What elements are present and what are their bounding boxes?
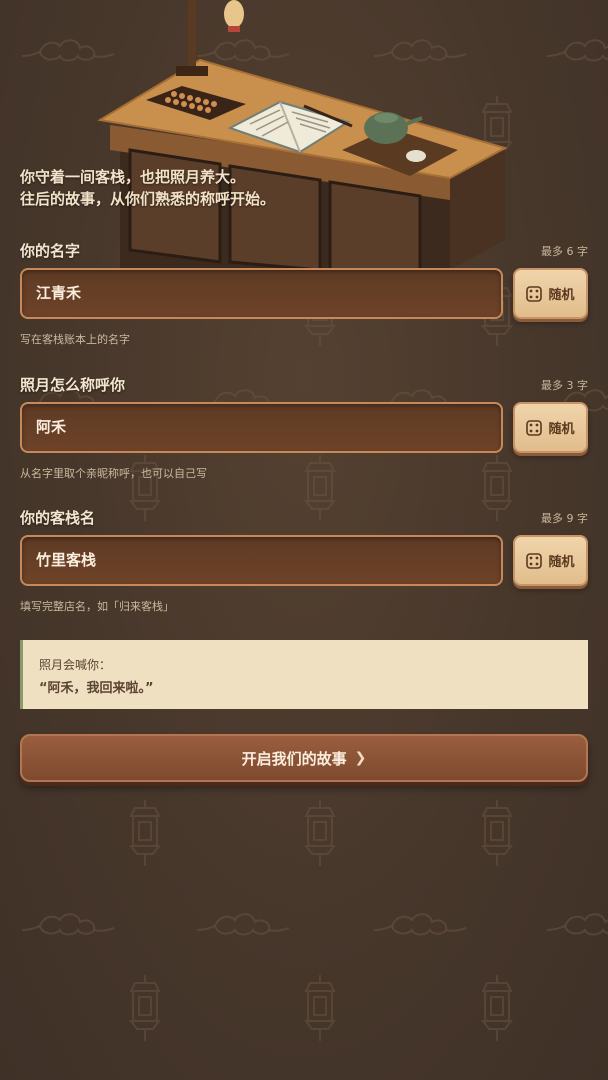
- random-inn-name-button[interactable]: 随机: [513, 535, 588, 586]
- nickname-input[interactable]: 阿禾: [20, 402, 503, 453]
- random-inn-name-label: 随机: [548, 555, 575, 570]
- inn-name-label: 你的客栈名: [20, 509, 96, 527]
- greeting-preview-quote: “阿禾，我回来啦。”: [39, 681, 154, 696]
- nickname-label: 照月怎么称呼你: [20, 376, 126, 394]
- name-input[interactable]: 江青禾: [20, 268, 503, 319]
- greeting-preview-label: 照月会喊你：: [39, 658, 112, 672]
- name-label: 你的名字: [20, 242, 81, 260]
- intro-text: 你守着一间客栈，也把照月养大。 往后的故事，从你们熟悉的称呼开始。: [20, 166, 275, 210]
- intro-line-1: 你守着一间客栈，也把照月养大。: [20, 168, 246, 186]
- dice-icon: [526, 552, 543, 569]
- nickname-limit: 最多 3 字: [541, 379, 588, 392]
- inn-name-limit: 最多 9 字: [541, 512, 588, 525]
- inn-counter-illustration: [97, 0, 508, 270]
- nickname-hint: 从名字里取个亲昵称呼，也可以自己写: [20, 467, 207, 480]
- random-name-label: 随机: [548, 288, 575, 303]
- random-nickname-label: 随机: [548, 422, 575, 437]
- start-story-label: 开启我们的故事: [241, 749, 347, 768]
- dice-icon: [526, 419, 543, 436]
- random-nickname-button[interactable]: 随机: [513, 402, 588, 453]
- start-story-button[interactable]: 开启我们的故事 ❯: [20, 734, 588, 782]
- intro-line-2: 往后的故事，从你们熟悉的称呼开始。: [20, 190, 276, 208]
- dice-icon: [526, 285, 543, 302]
- greeting-preview-card: 照月会喊你： “阿禾，我回来啦。”: [20, 640, 588, 709]
- random-name-button[interactable]: 随机: [513, 268, 588, 319]
- chevron-right-icon: ❯: [354, 750, 367, 766]
- inn-name-input[interactable]: 竹里客栈: [20, 535, 503, 586]
- name-limit: 最多 6 字: [541, 245, 588, 258]
- name-hint: 写在客栈账本上的名字: [20, 333, 130, 346]
- inn-name-hint: 填写完整店名，如「归来客栈」: [20, 600, 174, 613]
